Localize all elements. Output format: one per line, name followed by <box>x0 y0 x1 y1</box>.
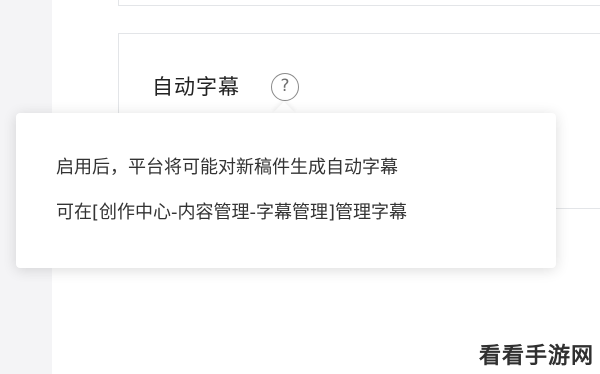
tooltip-text-line-2: 可在[创作中心-内容管理-字幕管理]管理字幕 <box>56 202 408 223</box>
page: 自动字幕 ? 启用后，平台将可能对新稿件生成自动字幕 可在[创作中心-内容管理-… <box>0 0 600 374</box>
tooltip-text-line-1: 启用后，平台将可能对新稿件生成自动字幕 <box>56 157 398 178</box>
watermark-logo: 看看手游网 <box>478 344 594 369</box>
help-tooltip <box>16 113 556 268</box>
previous-setting-card <box>118 0 600 6</box>
setting-title: 自动字幕 <box>152 75 240 99</box>
question-circle-icon[interactable]: ? <box>271 73 299 101</box>
